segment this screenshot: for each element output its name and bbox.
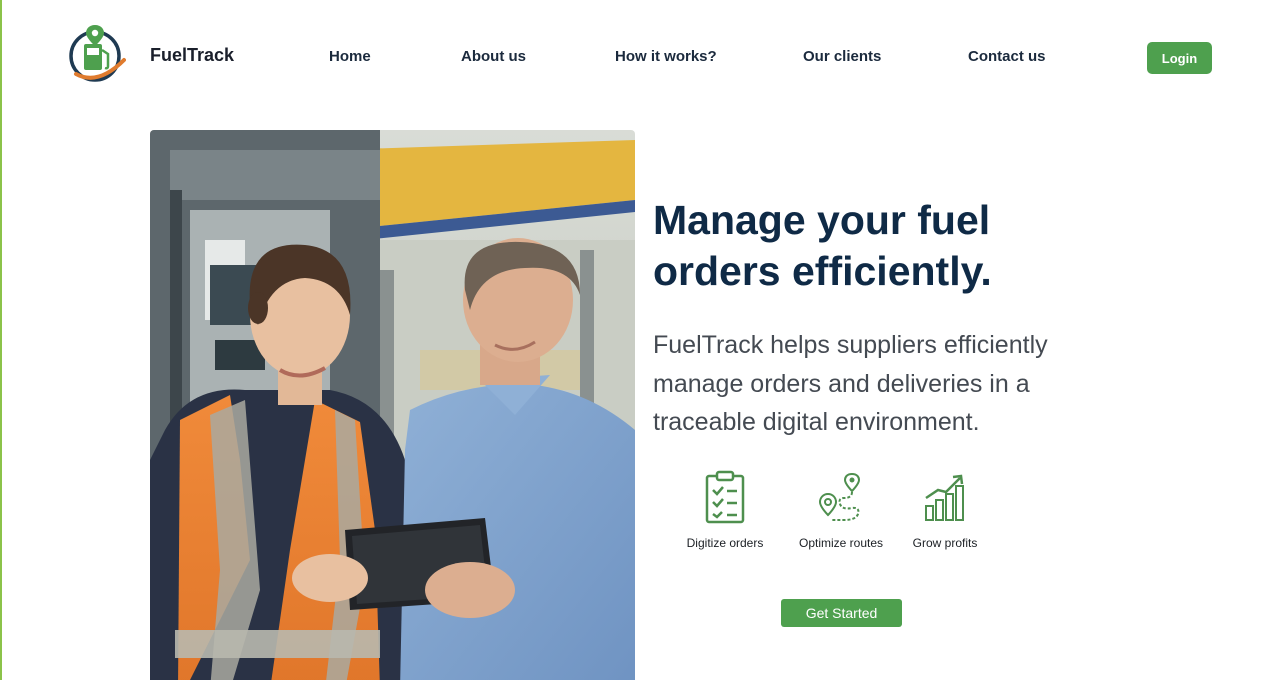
hero-photo <box>150 130 635 680</box>
feature-label: Optimize routes <box>798 536 884 550</box>
brand-logo-icon[interactable] <box>68 24 126 84</box>
page-left-border <box>0 0 2 680</box>
nav-home[interactable]: Home <box>329 48 371 65</box>
feature-grow-profits: Grow profits <box>885 470 1005 550</box>
get-started-button[interactable]: Get Started <box>781 599 902 627</box>
nav-how-it-works[interactable]: How it works? <box>615 48 717 65</box>
route-pins-icon <box>818 472 861 521</box>
nav-contact-us[interactable]: Contact us <box>968 48 1046 65</box>
nav-about-us[interactable]: About us <box>461 48 526 65</box>
feature-label: Grow profits <box>912 536 978 550</box>
feature-optimize-routes: Optimize routes <box>781 470 901 550</box>
hero-subtext: FuelTrack helps suppliers efficiently ma… <box>653 331 1048 436</box>
feature-label: Digitize orders <box>686 536 764 550</box>
feature-digitize-orders: Digitize orders <box>665 470 785 550</box>
hero-headline: Manage your fuel orders efficiently. <box>653 197 992 294</box>
brand-name[interactable]: FuelTrack <box>150 45 234 66</box>
growth-chart-icon <box>925 474 964 521</box>
nav-our-clients[interactable]: Our clients <box>803 48 881 65</box>
login-button[interactable]: Login <box>1147 42 1212 74</box>
clipboard-checklist-icon <box>705 470 745 524</box>
